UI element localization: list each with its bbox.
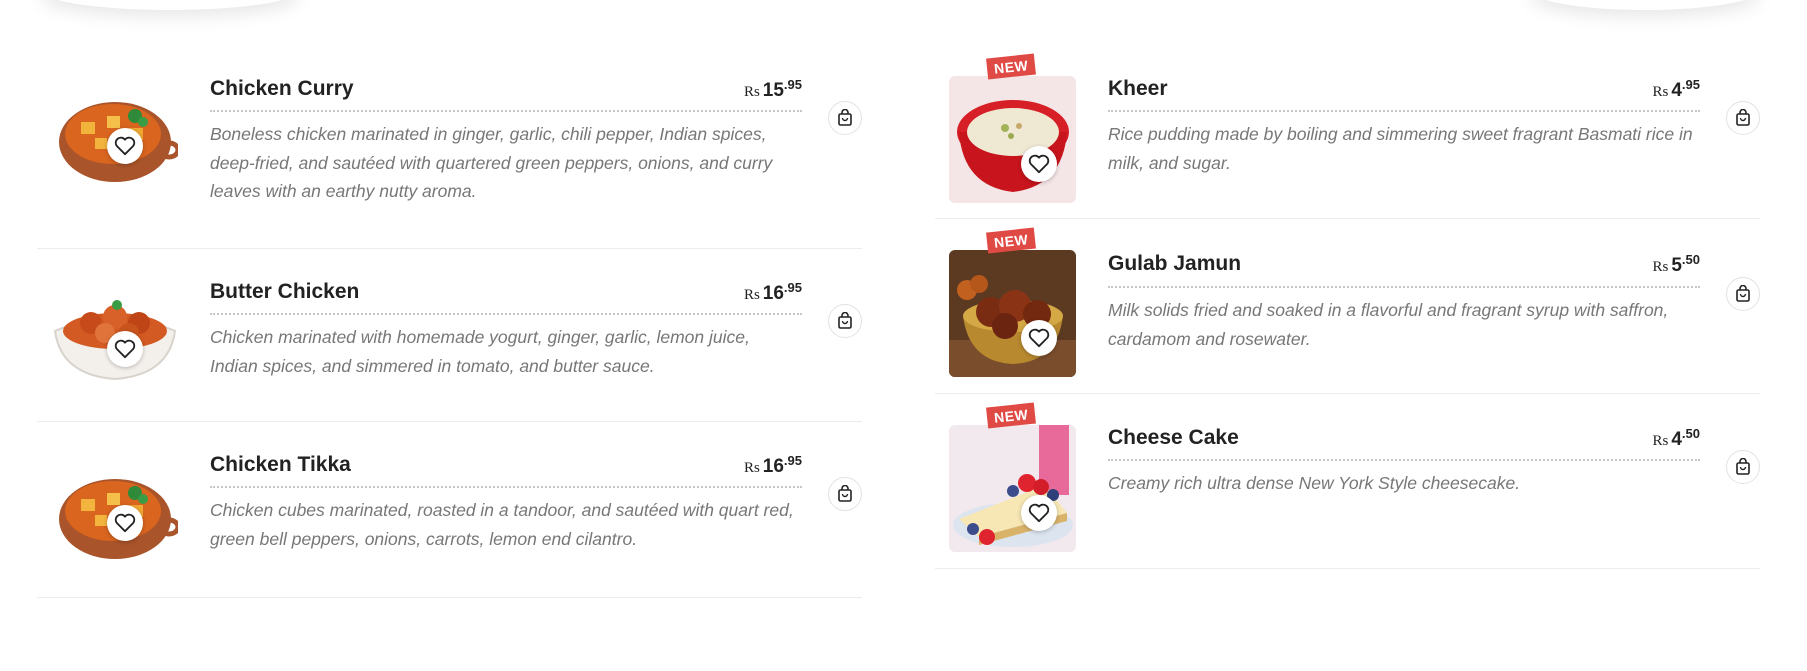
- dotted-divider: [1108, 286, 1700, 288]
- menu-item: Chicken Curry Rs 15.95 Boneless chicken m…: [37, 62, 862, 249]
- shopping-bag-icon: [1736, 285, 1750, 302]
- dish-description: Rice pudding made by boiling and simmeri…: [1108, 124, 1693, 173]
- dotted-divider: [210, 110, 802, 112]
- wishlist-button[interactable]: [107, 128, 143, 164]
- menu-column-left: Chicken Curry Rs 15.95 Boneless chicken m…: [37, 62, 862, 598]
- dish-description: Creamy rich ultra dense New York Style c…: [1108, 473, 1521, 493]
- dotted-divider: [210, 313, 802, 315]
- heart-icon: [114, 513, 136, 533]
- dish-description: Chicken marinated with homemade yogurt, …: [210, 327, 750, 376]
- dish-image[interactable]: [51, 275, 178, 402]
- dish-name[interactable]: Butter Chicken: [210, 280, 359, 304]
- add-to-cart-button[interactable]: [1726, 450, 1760, 484]
- menu-item: NEW Gulab Jamun Rs 5.50 Milk solids fried…: [935, 219, 1760, 394]
- top-decoration-right: [1530, 0, 1760, 10]
- heart-icon: [114, 136, 136, 156]
- dish-image[interactable]: [51, 72, 178, 199]
- wishlist-button[interactable]: [1021, 320, 1057, 356]
- dish-image[interactable]: NEW: [949, 227, 1076, 377]
- menu-item: Chicken Tikka Rs 16.95 Chicken cubes mari…: [37, 422, 862, 598]
- shopping-bag-icon: [838, 485, 852, 502]
- menu-column-right: NEW Kheer Rs 4.95 Rice pudding made by bo…: [935, 53, 1760, 569]
- shopping-bag-icon: [1736, 109, 1750, 126]
- shopping-bag-icon: [838, 312, 852, 329]
- dish-name[interactable]: Cheese Cake: [1108, 426, 1239, 450]
- wishlist-button[interactable]: [1021, 146, 1057, 182]
- dish-image[interactable]: [51, 449, 178, 576]
- dish-description: Milk solids fried and soaked in a flavor…: [1108, 300, 1669, 349]
- add-to-cart-button[interactable]: [1726, 277, 1760, 311]
- wishlist-button[interactable]: [107, 505, 143, 541]
- dish-name[interactable]: Gulab Jamun: [1108, 252, 1241, 276]
- add-to-cart-button[interactable]: [828, 477, 862, 511]
- add-to-cart-button[interactable]: [828, 304, 862, 338]
- add-to-cart-button[interactable]: [828, 101, 862, 135]
- dish-price: Rs 4.95: [1652, 77, 1701, 101]
- shopping-bag-icon: [1736, 458, 1750, 475]
- dish-price: Rs 4.50: [1652, 426, 1701, 450]
- heart-icon: [1028, 503, 1050, 523]
- dish-name[interactable]: Chicken Tikka: [210, 453, 351, 477]
- dish-description: Chicken cubes marinated, roasted in a ta…: [210, 500, 794, 549]
- top-decoration-left: [40, 0, 300, 10]
- dish-price: Rs 15.95: [743, 77, 802, 101]
- shopping-bag-icon: [838, 109, 852, 126]
- heart-icon: [1028, 328, 1050, 348]
- dish-price: Rs 16.95: [743, 453, 802, 477]
- dish-price: Rs 5.50: [1652, 252, 1701, 276]
- menu-item: Butter Chicken Rs 16.95 Chicken marinated…: [37, 249, 862, 422]
- heart-icon: [1028, 154, 1050, 174]
- wishlist-button[interactable]: [1021, 495, 1057, 531]
- menu-item: NEW Cheese Cake Rs 4.50 Creamy rich ultra…: [935, 394, 1760, 569]
- heart-icon: [114, 339, 136, 359]
- dish-name[interactable]: Kheer: [1108, 77, 1168, 101]
- dish-image[interactable]: NEW: [949, 53, 1076, 203]
- dotted-divider: [1108, 459, 1700, 461]
- menu-item: NEW Kheer Rs 4.95 Rice pudding made by bo…: [935, 53, 1760, 219]
- add-to-cart-button[interactable]: [1726, 101, 1760, 135]
- dish-description: Boneless chicken marinated in ginger, ga…: [210, 124, 773, 201]
- dotted-divider: [1108, 110, 1700, 112]
- dish-image[interactable]: NEW: [949, 402, 1076, 552]
- dish-price: Rs 16.95: [743, 280, 802, 304]
- wishlist-button[interactable]: [107, 331, 143, 367]
- dish-name[interactable]: Chicken Curry: [210, 77, 354, 101]
- dotted-divider: [210, 486, 802, 488]
